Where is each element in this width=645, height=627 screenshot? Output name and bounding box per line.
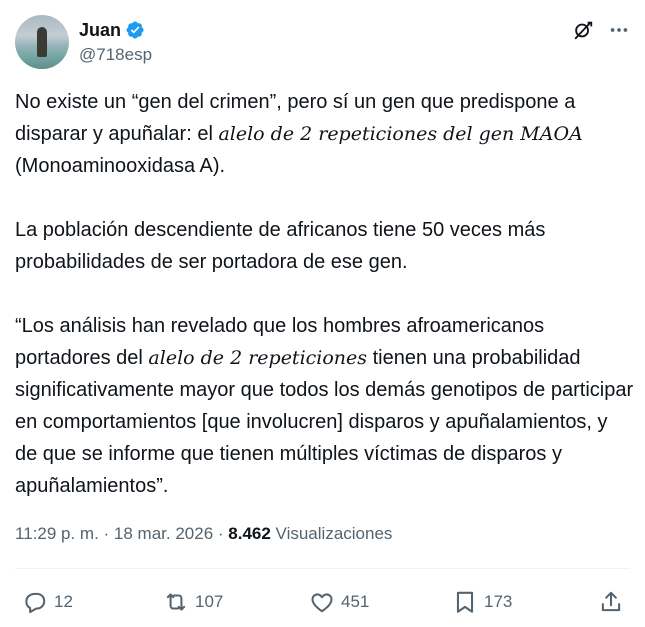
bookmark-button[interactable]: 173: [452, 586, 512, 618]
repost-icon: [166, 593, 186, 611]
tweet-text: No existe un “gen del crimen”, pero sí u…: [15, 86, 635, 534]
reply-icon: [25, 592, 46, 614]
tweet-paragraph-1: No existe un “gen del crimen”, pero sí u…: [15, 86, 635, 182]
share-icon: [601, 591, 621, 612]
paragraph-1-italic: alelo de 2 repeticiones del gen MAOA: [218, 123, 583, 145]
paragraph-3-italic: alelo de 2 repeticiones: [148, 347, 368, 369]
verified-badge-icon: [126, 21, 144, 39]
divider: [15, 568, 630, 569]
post-date[interactable]: 18 mar. 2026: [114, 524, 213, 543]
meta-separator-1: ·: [98, 524, 114, 543]
tweet-paragraph-3: “Los análisis han revelado que los hombr…: [15, 310, 635, 502]
grok-icon[interactable]: [572, 19, 594, 41]
tweet-paragraph-2: La población descendiente de africanos t…: [15, 219, 546, 273]
like-button[interactable]: 451: [309, 586, 369, 618]
paragraph-3-text-b: tienen una probabilidad significativamen…: [15, 347, 634, 497]
header-icons: [558, 19, 630, 41]
avatar[interactable]: [15, 15, 69, 69]
views-label: Visualizaciones: [275, 524, 393, 543]
tweet: Juan @718esp No existe un “gen del crime…: [0, 0, 645, 627]
tweet-header: Juan @718esp: [15, 15, 630, 69]
avatar-figure: [37, 27, 47, 57]
author-handle[interactable]: @718esp: [79, 45, 152, 65]
meta-separator-2: ·: [213, 524, 229, 543]
reply-count: 12: [54, 592, 73, 611]
like-icon: [311, 593, 333, 613]
bookmark-count: 173: [484, 592, 513, 611]
like-count: 451: [341, 592, 370, 611]
more-options-icon[interactable]: [608, 19, 630, 41]
views-count: 8.462: [228, 524, 271, 543]
bookmark-icon: [456, 591, 474, 613]
reply-button[interactable]: 12: [22, 586, 73, 618]
repost-count: 107: [195, 592, 224, 611]
paragraph-1-text-b: (Monoaminooxidasa A).: [15, 155, 226, 177]
author-name-row[interactable]: Juan: [79, 19, 145, 41]
action-bar: 12 107 451 173: [0, 586, 645, 618]
share-button[interactable]: [598, 586, 624, 618]
tweet-meta: 11:29 p. m. · 18 mar. 2026 · 8.462 Visua…: [15, 524, 392, 544]
repost-button[interactable]: 107: [163, 586, 223, 618]
post-time[interactable]: 11:29 p. m.: [15, 524, 99, 543]
author-name[interactable]: Juan: [79, 20, 121, 41]
